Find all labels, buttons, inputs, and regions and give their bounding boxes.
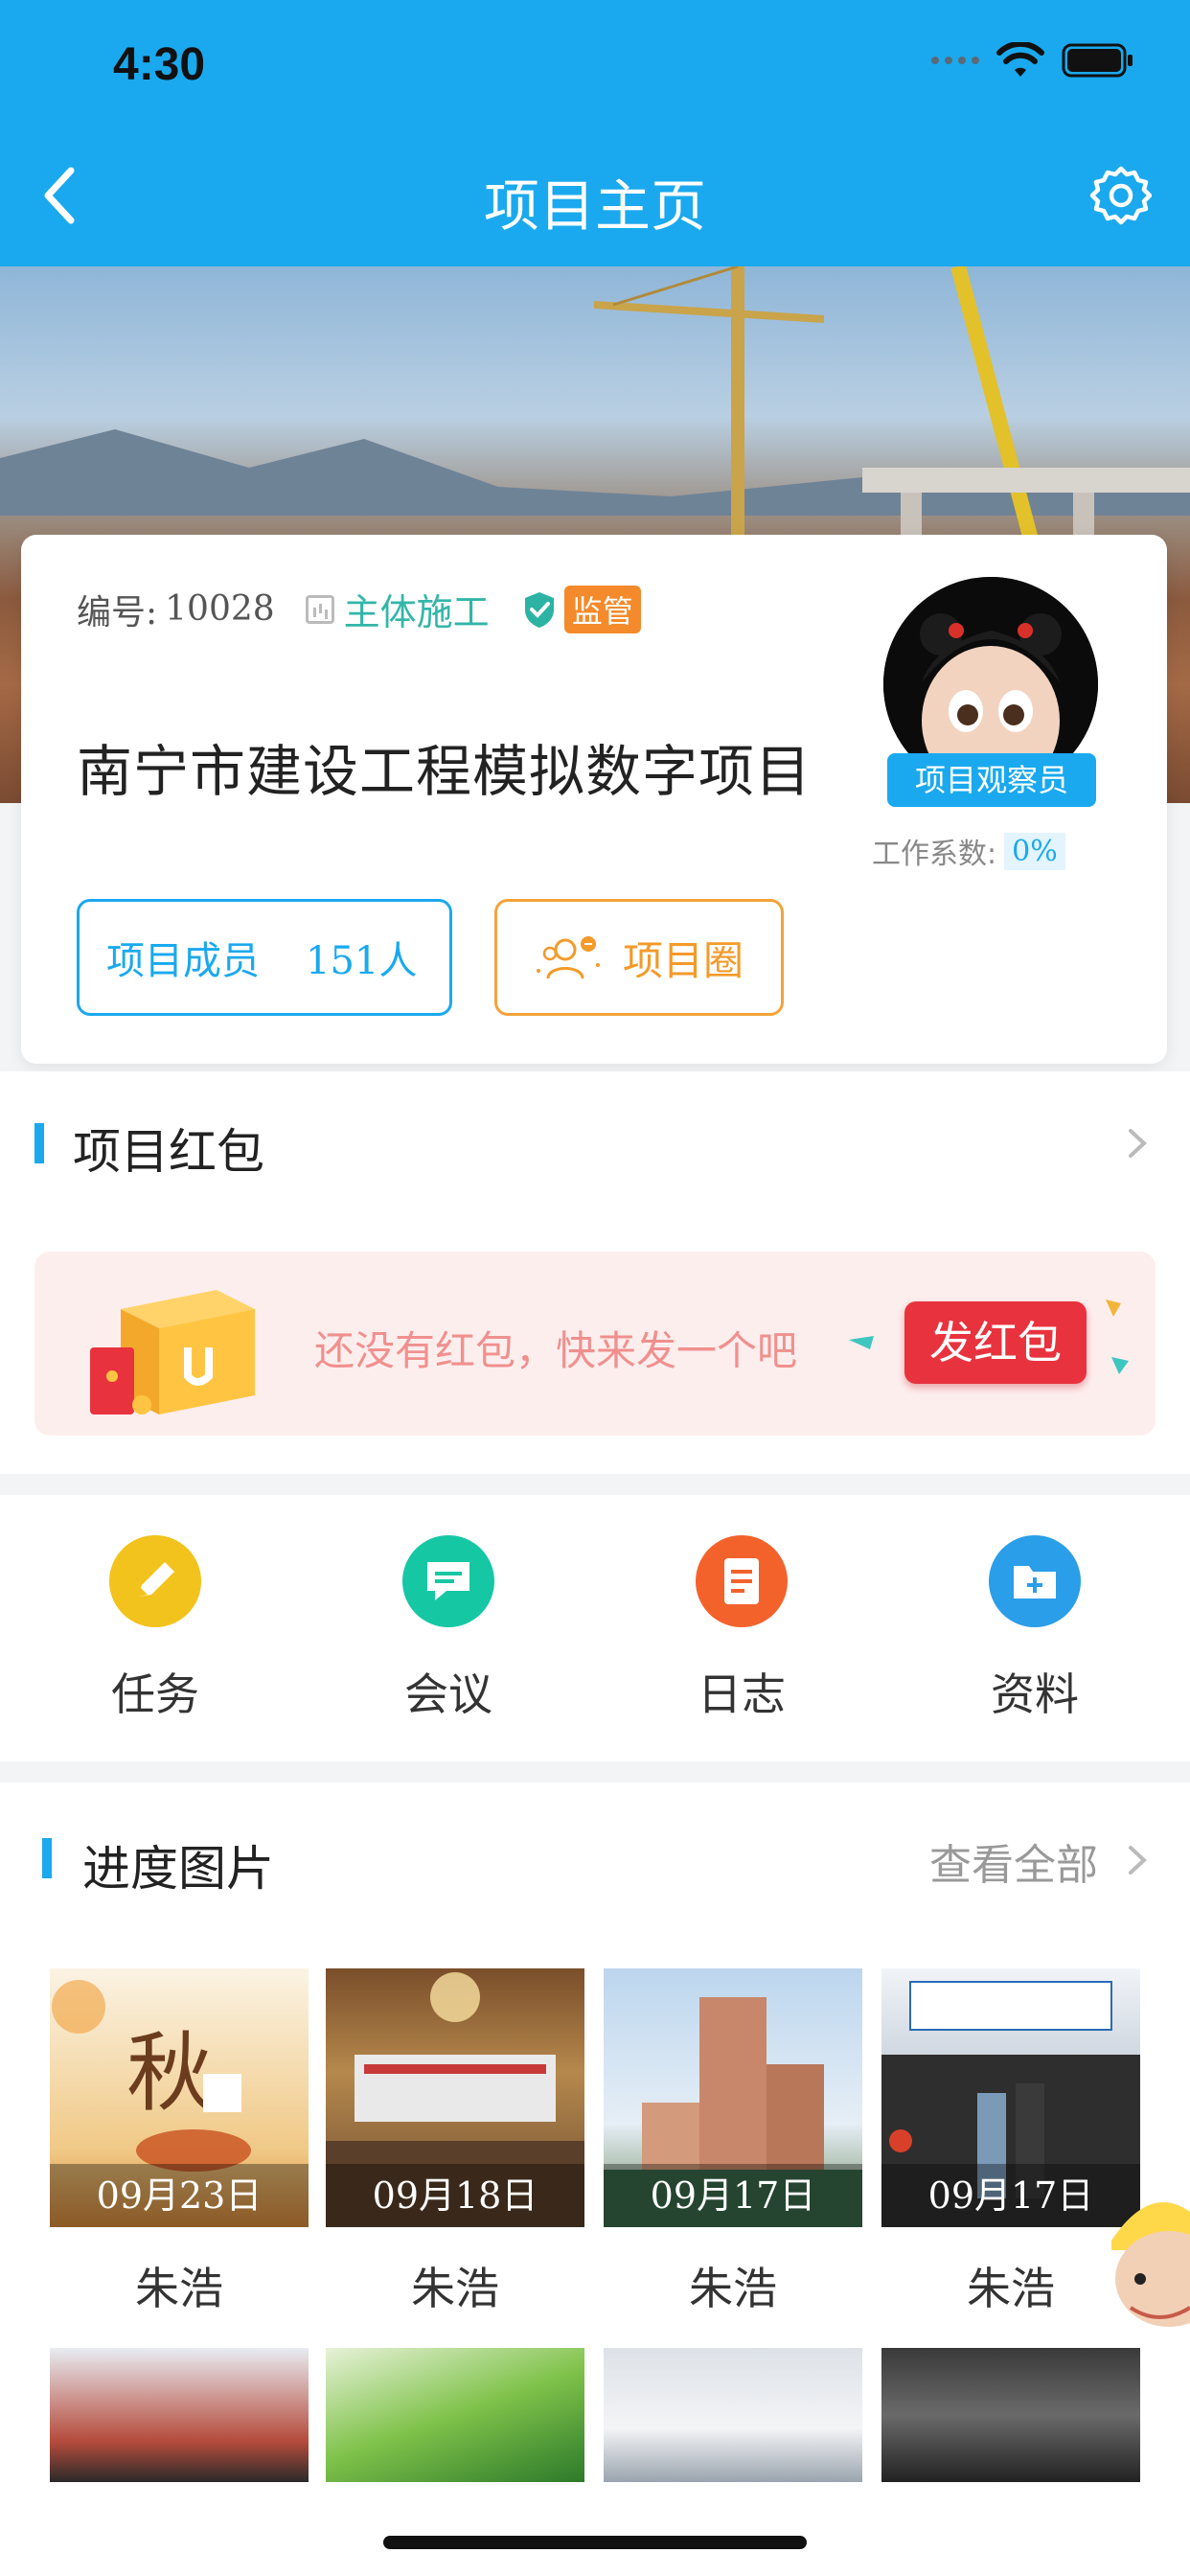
battery-icon [1062,43,1134,78]
progress-photo[interactable] [326,2348,584,2482]
view-all-link[interactable]: 查看全部 [929,1830,1098,1892]
send-redpacket-button[interactable]: 发红包 [904,1301,1087,1384]
page-title: 项目主页 [483,173,706,239]
photo-date: 09月17日 [604,2164,862,2227]
section-accent-bar [34,1123,44,1163]
members-count: 151人 [306,939,418,983]
shield-check-icon [524,591,554,628]
supervise-badge: 监管 [563,585,641,633]
project-stage-label: 主体施工 [343,591,490,633]
project-members-button[interactable]: 项目成员 151人 [77,899,452,1016]
redpacket-empty-banner: 还没有红包，快来发一个吧 发红包 [34,1252,1156,1436]
photo-date: 09月23日 [50,2164,309,2227]
project-name: 南宁市建设工程模拟数字项目 [77,739,812,804]
work-coefficient: 工作系数: 0% [872,830,1065,872]
redpacket-empty-text: 还没有红包，快来发一个吧 [314,1327,798,1374]
gear-icon [1089,166,1153,225]
progress-photo[interactable]: 09月18日 [326,1968,584,2227]
folder-icon [989,1535,1081,1627]
status-icons [931,42,1134,79]
home-indicator [383,2536,807,2549]
confetti-icon [849,1336,874,1349]
progress-photo[interactable] [604,2348,862,2482]
progress-photo[interactable] [50,2348,309,2482]
project-number: 10028 [165,589,275,629]
project-info-card: 编号: 10028 主体施工 监管 南宁市建设工程模拟数字项目 项目观察员 工作… [21,535,1167,1064]
bar-chart-icon [305,594,334,624]
floating-assistant[interactable] [1102,2174,1190,2336]
redpacket-title: 项目红包 [73,1124,264,1180]
signal-icon [931,57,979,64]
project-circle-label: 项目圈 [622,936,744,984]
progress-header: 进度图片 查看全部 [0,1782,1190,1936]
wifi-icon [996,42,1044,79]
project-meta-row: 编号: 10028 主体施工 监管 [77,583,641,635]
settings-button[interactable] [1089,165,1153,226]
project-circle-button[interactable]: 项目圈 [494,899,784,1016]
photo-author: 朱浩 [689,2263,777,2314]
quick-action-log[interactable]: 日志 [646,1535,837,1723]
progress-photo[interactable]: 09月17日 [604,1968,862,2227]
quick-action-docs[interactable]: 资料 [939,1535,1131,1723]
group-chat-icon [536,936,600,979]
gift-box-icon [90,1290,255,1414]
quick-action-task[interactable]: 任务 [59,1535,251,1723]
photo-author: 朱浩 [135,2263,223,2314]
quick-action-label: 日志 [698,1668,786,1720]
coef-value: 0% [1004,832,1065,870]
quick-actions: 任务 会议 日志 资料 [0,1495,1190,1761]
coef-label: 工作系数: [872,838,997,871]
pencil-icon [109,1535,201,1627]
quick-action-meeting[interactable]: 会议 [353,1535,544,1723]
progress-photo[interactable] [881,2348,1140,2482]
confetti-icon [1106,1300,1129,1374]
progress-title: 进度图片 [82,1841,274,1897]
svg-text:秋: 秋 [126,2023,213,2124]
quick-action-label: 任务 [111,1668,199,1720]
quick-action-label: 会议 [404,1668,492,1720]
section-accent-bar [42,1838,52,1878]
role-tag: 项目观察员 [887,753,1096,807]
status-time: 4:30 [113,39,206,90]
chevron-right-icon [1129,1129,1147,1158]
project-stage: 主体施工 [305,583,490,635]
progress-photo[interactable]: 秋 09月23日 [50,1968,309,2227]
photo-date: 09月18日 [326,2164,584,2227]
document-icon [696,1535,788,1627]
chevron-right-icon [1129,1846,1147,1874]
redpacket-header[interactable]: 项目红包 [0,1071,1190,1217]
members-label: 项目成员 [106,939,260,983]
project-number-label: 编号: [77,592,158,632]
photo-author: 朱浩 [411,2263,499,2314]
chat-icon [402,1535,494,1627]
quick-action-label: 资料 [991,1668,1079,1720]
top-bar: 4:30 项目主页 [0,0,1190,266]
